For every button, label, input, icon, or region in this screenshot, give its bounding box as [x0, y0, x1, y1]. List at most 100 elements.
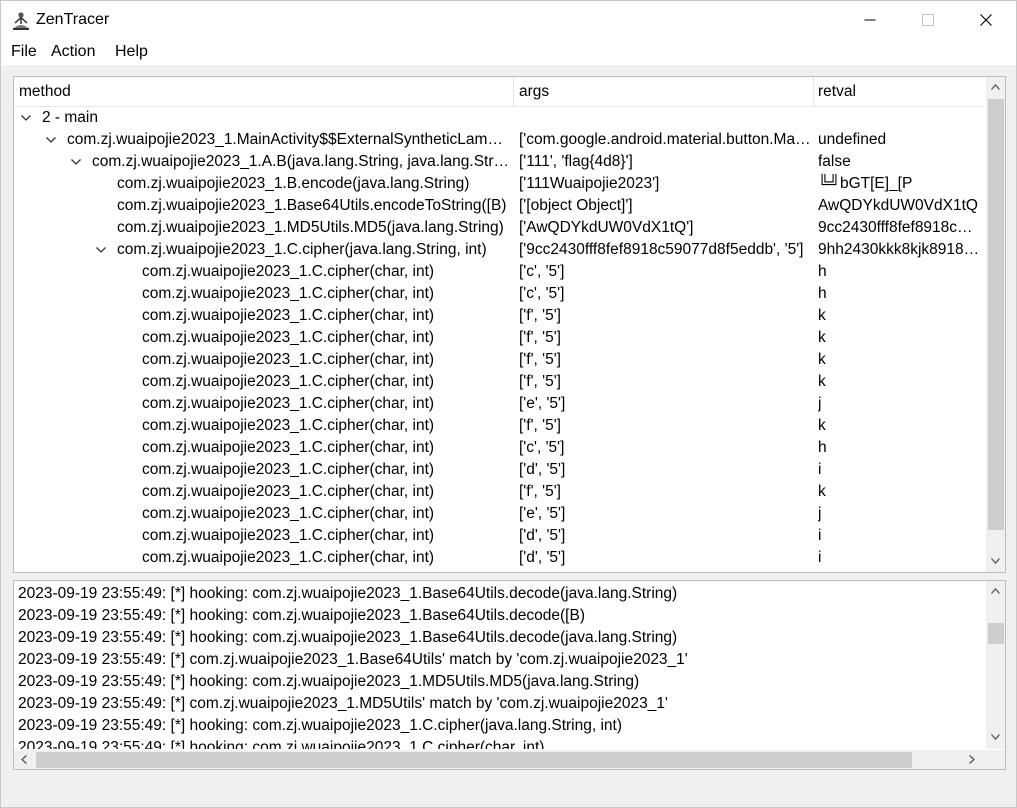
tree-row[interactable]: com.zj.wuaipojie2023_1.MainActivity$$Ext…: [14, 129, 984, 151]
tree-row-retval: h: [818, 285, 827, 302]
tree-row-method: com.zj.wuaipojie2023_1.Base64Utils.encod…: [117, 197, 507, 214]
tree-row-args: ['d', '5']: [519, 527, 566, 544]
tree-vertical-scrollbar[interactable]: [986, 77, 1005, 572]
column-header-method[interactable]: method: [14, 77, 71, 107]
chevron-up-icon: [991, 588, 1000, 594]
menu-action[interactable]: Action: [50, 42, 96, 62]
scroll-up-button[interactable]: [986, 79, 1005, 96]
tree-row[interactable]: com.zj.wuaipojie2023_1.C.cipher(java.lan…: [14, 239, 984, 261]
log-line: 2023-09-19 23:55:49: [*] hooking: com.zj…: [18, 717, 623, 734]
tree-row[interactable]: com.zj.wuaipojie2023_1.C.cipher(char, in…: [14, 547, 984, 569]
tree-row[interactable]: com.zj.wuaipojie2023_1.C.cipher(char, in…: [14, 525, 984, 547]
chevron-down-icon[interactable]: [19, 111, 33, 125]
zentracer-app-icon: [11, 11, 31, 31]
close-button[interactable]: [963, 1, 1009, 39]
tree-row-retval: k: [818, 329, 826, 346]
tree-row[interactable]: com.zj.wuaipojie2023_1.C.cipher(char, in…: [14, 327, 984, 349]
window-title: ZenTracer: [36, 11, 110, 28]
scroll-thumb[interactable]: [988, 99, 1004, 530]
menu-help[interactable]: Help: [114, 42, 149, 62]
tree-row-method: com.zj.wuaipojie2023_1.C.cipher(char, in…: [142, 351, 435, 368]
tree-row-retval: 9cc2430fff8fef8918c59077d8f5eddb: [818, 219, 980, 236]
tree-row[interactable]: com.zj.wuaipojie2023_1.C.cipher(char, in…: [14, 503, 984, 525]
tree-header: method args retval: [14, 77, 984, 107]
log-line: 2023-09-19 23:55:49: [*] hooking: com.zj…: [18, 607, 585, 624]
tree-row-method: com.zj.wuaipojie2023_1.MainActivity$$Ext…: [67, 131, 511, 148]
scroll-thumb[interactable]: [988, 623, 1004, 644]
tree-row[interactable]: com.zj.wuaipojie2023_1.C.cipher(char, in…: [14, 415, 984, 437]
tree-row-retval: k: [818, 351, 826, 368]
tree-row-method: 2 - main: [42, 109, 98, 126]
tree-row-method: com.zj.wuaipojie2023_1.B.encode(java.lan…: [117, 175, 470, 192]
tree-row[interactable]: com.zj.wuaipojie2023_1.C.cipher(char, in…: [14, 305, 984, 327]
tree-row-args: ['f', '5']: [519, 307, 561, 324]
scroll-down-button[interactable]: [986, 729, 1005, 746]
tree-row-retval: [818, 107, 980, 129]
tree-row-args: ['AwQDYkdUW0VdX1tQ']: [519, 219, 694, 236]
tree-row-method: com.zj.wuaipojie2023_1.C.cipher(char, in…: [142, 527, 435, 544]
maximize-icon: [922, 14, 934, 26]
tree-row-retval: k: [818, 307, 826, 324]
scroll-up-button[interactable]: [986, 583, 1005, 600]
tree-row-args: ['111Wuaipojie2023']: [519, 175, 660, 192]
log-body: 2023-09-19 23:55:49: [*] hooking: com.zj…: [14, 581, 984, 749]
column-header-args[interactable]: args: [514, 77, 549, 107]
log-output-panel[interactable]: 2023-09-19 23:55:49: [*] hooking: com.zj…: [13, 580, 1006, 770]
chevron-down-icon[interactable]: [94, 243, 108, 257]
tree-row[interactable]: com.zj.wuaipojie2023_1.Base64Utils.encod…: [14, 195, 984, 217]
tree-row-method: com.zj.wuaipojie2023_1.C.cipher(char, in…: [142, 373, 435, 390]
tree-row-retval: j: [818, 395, 822, 412]
maximize-button[interactable]: [905, 1, 951, 39]
log-vertical-scrollbar[interactable]: [986, 581, 1005, 749]
tree-row[interactable]: com.zj.wuaipojie2023_1.C.cipher(char, in…: [14, 261, 984, 283]
tree-row-retval: j: [818, 505, 822, 522]
tree-row-retval: ╚╝bGT[E]_[P: [818, 175, 913, 192]
close-icon: [980, 14, 992, 26]
tree-row[interactable]: com.zj.wuaipojie2023_1.B.encode(java.lan…: [14, 173, 984, 195]
tree-row-args: ['[object Object]']: [519, 197, 633, 214]
tree-row-args: ['e', '5']: [519, 395, 566, 412]
tree-row-args: ['e', '5']: [519, 505, 566, 522]
tree-row-args: ['f', '5']: [519, 373, 561, 390]
log-line: 2023-09-19 23:55:49: [*] hooking: com.zj…: [18, 585, 678, 602]
tree-row-args: ['f', '5']: [519, 329, 561, 346]
title-bar[interactable]: ZenTracer: [1, 1, 1016, 39]
scroll-thumb[interactable]: [36, 752, 912, 768]
chevron-down-icon: [991, 558, 1000, 564]
menu-file[interactable]: File: [10, 42, 38, 62]
tree-row-retval: 9hh2430kkk8kjk8918h59077i8k5jiig: [818, 241, 980, 258]
tree-row[interactable]: com.zj.wuaipojie2023_1.C.cipher(char, in…: [14, 437, 984, 459]
minimize-icon: [864, 19, 876, 21]
tree-row[interactable]: com.zj.wuaipojie2023_1.C.cipher(char, in…: [14, 349, 984, 371]
tree-row-thread[interactable]: 2 - main: [14, 107, 984, 129]
tree-row[interactable]: com.zj.wuaipojie2023_1.C.cipher(char, in…: [14, 283, 984, 305]
zentracer-window: ZenTracer File Action Help method args r…: [0, 0, 1017, 808]
scroll-right-button[interactable]: [964, 750, 981, 769]
scroll-left-button[interactable]: [16, 750, 33, 769]
tree-row-method: com.zj.wuaipojie2023_1.C.cipher(char, in…: [142, 439, 435, 456]
tree-row[interactable]: com.zj.wuaipojie2023_1.C.cipher(char, in…: [14, 481, 984, 503]
tree-row-method: com.zj.wuaipojie2023_1.MD5Utils.MD5(java…: [117, 219, 504, 236]
tree-row-method: com.zj.wuaipojie2023_1.C.cipher(char, in…: [142, 329, 435, 346]
tree-row[interactable]: com.zj.wuaipojie2023_1.MD5Utils.MD5(java…: [14, 217, 984, 239]
tree-row-args: ['f', '5']: [519, 483, 561, 500]
tree-row-method: com.zj.wuaipojie2023_1.C.cipher(char, in…: [142, 483, 435, 500]
tree-row-args: ['c', '5']: [519, 439, 565, 456]
tree-row[interactable]: com.zj.wuaipojie2023_1.C.cipher(char, in…: [14, 393, 984, 415]
log-line: 2023-09-19 23:55:49: [*] hooking: com.zj…: [18, 629, 678, 646]
tree-row-retval: k: [818, 483, 826, 500]
tree-row[interactable]: com.zj.wuaipojie2023_1.C.cipher(char, in…: [14, 459, 984, 481]
tree-row-retval: false: [818, 153, 851, 170]
minimize-button[interactable]: [847, 1, 893, 39]
chevron-down-icon[interactable]: [69, 155, 83, 169]
column-header-retval[interactable]: retval: [813, 77, 856, 107]
tree-row[interactable]: com.zj.wuaipojie2023_1.A.B(java.lang.Str…: [14, 151, 984, 173]
trace-tree-view[interactable]: method args retval 2 - main com.zj.wuaip…: [13, 76, 1006, 573]
log-horizontal-scrollbar[interactable]: [14, 750, 1005, 769]
tree-row-args: ['c', '5']: [519, 285, 565, 302]
scroll-down-button[interactable]: [986, 553, 1005, 570]
tree-row[interactable]: com.zj.wuaipojie2023_1.C.cipher(char, in…: [14, 371, 984, 393]
chevron-left-icon: [21, 755, 27, 764]
chevron-down-icon[interactable]: [44, 133, 58, 147]
tree-row-method: com.zj.wuaipojie2023_1.C.cipher(char, in…: [142, 461, 435, 478]
